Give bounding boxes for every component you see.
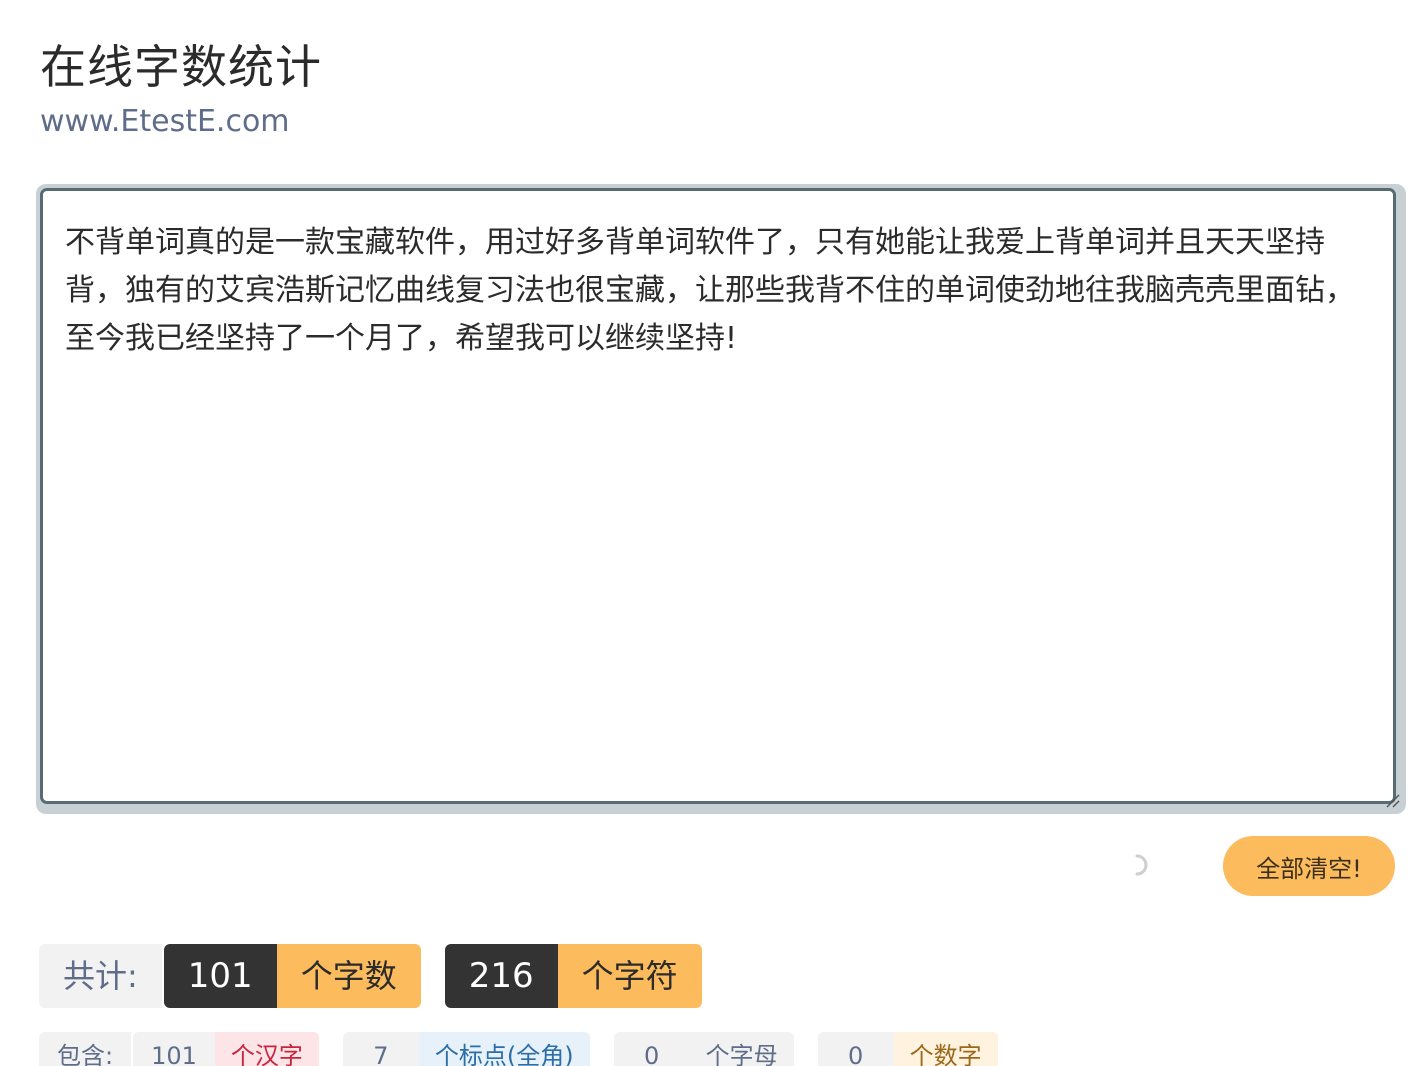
digit-count-unit: 个数字	[893, 1032, 998, 1066]
word-count-badge: 101 个字数	[163, 944, 421, 1008]
digit-badge: 0 个数字	[817, 1032, 998, 1066]
editor-focus-ring: 不背单词真的是一款宝藏软件，用过好多背单词软件了，只有她能让我爱上背单词并且天天…	[36, 184, 1406, 814]
contains-bar: 包含: 101 个汉字 7 个标点(全角) 0 个字母 0 个数字	[39, 1032, 998, 1066]
clear-all-button[interactable]: 全部清空!	[1223, 836, 1395, 896]
letter-count-value: 0	[613, 1032, 690, 1066]
hanzi-count-value: 101	[133, 1032, 215, 1066]
hanzi-badge: 101 个汉字	[133, 1032, 319, 1066]
letter-badge: 0 个字母	[613, 1032, 794, 1066]
word-count-value: 101	[163, 944, 277, 1008]
contains-label: 包含:	[39, 1032, 132, 1066]
digit-count-value: 0	[817, 1032, 894, 1066]
letter-count-unit: 个字母	[689, 1032, 794, 1066]
hanzi-count-unit: 个汉字	[214, 1032, 319, 1066]
site-url: www.EtestE.com	[40, 104, 290, 139]
totals-label: 共计:	[39, 944, 162, 1008]
punct-count-unit: 个标点(全角)	[418, 1032, 590, 1066]
char-count-unit: 个字符	[557, 944, 702, 1008]
char-count-value: 216	[444, 944, 558, 1008]
text-input-area[interactable]: 不背单词真的是一款宝藏软件，用过好多背单词软件了，只有她能让我爱上背单词并且天天…	[40, 188, 1396, 804]
char-count-badge: 216 个字符	[444, 944, 702, 1008]
resize-handle-icon[interactable]	[1384, 792, 1400, 808]
page: 在线字数统计 www.EtestE.com 不背单词真的是一款宝藏软件，用过好多…	[0, 0, 1426, 1066]
word-count-unit: 个字数	[276, 944, 421, 1008]
punct-count-value: 7	[342, 1032, 419, 1066]
punct-badge: 7 个标点(全角)	[342, 1032, 590, 1066]
page-title: 在线字数统计	[40, 40, 322, 94]
loading-spinner-icon	[1135, 854, 1148, 876]
totals-bar: 共计: 101 个字数 216 个字符	[39, 944, 702, 1008]
